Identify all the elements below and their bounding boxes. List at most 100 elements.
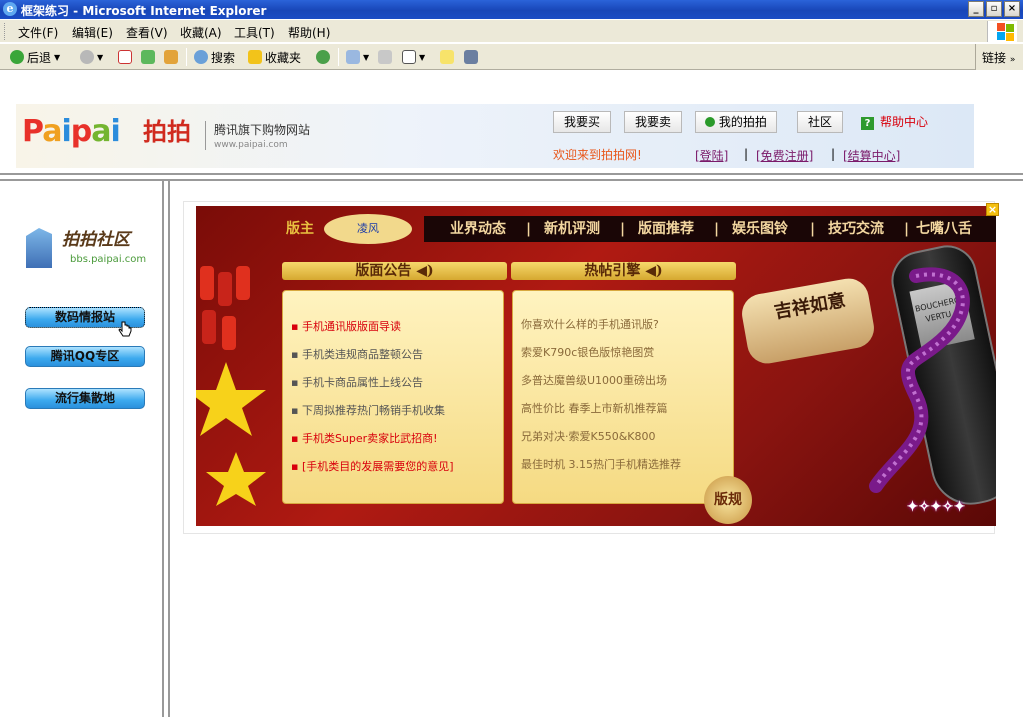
search-button[interactable]: 搜索 xyxy=(194,48,235,66)
page-frameset: Paipai 拍拍 腾讯旗下购物网站 www.paipai.com 我要买 我要… xyxy=(0,71,1023,717)
print-icon xyxy=(378,50,392,64)
checkout-link[interactable]: [结算中心] xyxy=(843,147,900,164)
speaker-icon: ◀) xyxy=(416,263,434,279)
notice-item[interactable]: ▪ 下周拟推荐热门畅销手机收集 xyxy=(291,402,445,418)
close-button[interactable]: × xyxy=(1004,1,1020,17)
maximize-button[interactable]: ▫ xyxy=(986,1,1002,17)
notice-item[interactable]: ▪ 手机通讯版版面导读 xyxy=(291,318,401,334)
nav-new-phone-review[interactable]: 新机评测 xyxy=(544,216,600,242)
nav-chatter[interactable]: 七嘴八舌 xyxy=(916,216,972,242)
help-center-link[interactable]: ? 帮助中心 xyxy=(861,113,928,130)
back-arrow-icon xyxy=(10,50,24,64)
notice-panel: ▪ 手机通讯版版面导读 ▪ 手机类违规商品整顿公告 ▪ 手机卡商品属性上线公告 … xyxy=(282,290,504,504)
star-icon xyxy=(248,50,262,64)
hot-panel: 你喜欢什么样的手机通讯版? 索爱K790c银色版惊艳图赏 多普达魔兽级U1000… xyxy=(512,290,734,504)
note-icon xyxy=(440,50,454,64)
hot-item[interactable]: 你喜欢什么样的手机通讯版? xyxy=(521,316,659,332)
messenger-icon xyxy=(464,50,478,64)
standard-toolbar: 后退 ▼ ▼ 搜索 收藏夹 ▼ ▼ xyxy=(0,44,1023,70)
building-icon xyxy=(26,228,52,268)
menu-bar: 文件(F) 编辑(E) 查看(V) 收藏(A) 工具(T) 帮助(H) xyxy=(0,20,1023,43)
menu-edit[interactable]: 编辑(E) xyxy=(72,24,113,41)
nav-tips[interactable]: 技巧交流 xyxy=(828,216,884,242)
hot-item[interactable]: 高性价比 春季上市新机推荐篇 xyxy=(521,400,668,416)
menu-grip xyxy=(4,23,7,40)
buy-button[interactable]: 我要买 xyxy=(553,111,611,133)
login-link[interactable]: [登陆] xyxy=(695,147,728,164)
welcome-text: 欢迎来到拍拍网! xyxy=(553,148,642,162)
community-logo[interactable]: 拍拍社区 bbs.paipai.com xyxy=(24,226,148,272)
stop-icon xyxy=(118,50,132,64)
banner-nav: 业界动态 | 新机评测 | 版面推荐 | 娱乐图铃 | 技巧交流 | 七嘴八舌 xyxy=(424,216,996,242)
menu-view[interactable]: 查看(V) xyxy=(126,24,168,41)
top-frame: Paipai 拍拍 腾讯旗下购物网站 www.paipai.com 我要买 我要… xyxy=(0,71,1023,173)
left-frame: 拍拍社区 bbs.paipai.com 数码情报站 腾讯QQ专区 流行集散地 xyxy=(0,181,162,717)
mail-icon xyxy=(346,50,360,64)
menu-tools[interactable]: 工具(T) xyxy=(234,24,275,41)
owner-name[interactable]: 凌风 xyxy=(324,214,412,244)
forward-arrow-icon xyxy=(80,50,94,64)
hot-item[interactable]: 兄弟对决·索爱K550&K800 xyxy=(521,428,656,444)
sell-button[interactable]: 我要卖 xyxy=(624,111,682,133)
frame-divider-horizontal[interactable] xyxy=(0,173,1023,181)
nav-board-recommend[interactable]: 版面推荐 xyxy=(638,216,694,242)
back-button[interactable]: 后退 ▼ xyxy=(10,48,60,66)
owner-label: 版主 xyxy=(286,221,314,237)
notice-title: 版面公告 ◀) xyxy=(282,262,507,280)
forward-button[interactable]: ▼ xyxy=(80,48,103,66)
discuss-button[interactable] xyxy=(440,48,454,66)
hand-cursor-icon xyxy=(118,321,132,337)
word-icon xyxy=(402,50,416,64)
minimize-button[interactable]: _ xyxy=(968,1,984,17)
refresh-button[interactable] xyxy=(141,48,155,66)
notice-item[interactable]: ▪ 手机类Super卖家比武招商! xyxy=(291,430,438,446)
edit-button[interactable]: ▼ xyxy=(402,48,425,66)
community-button[interactable]: 社区 xyxy=(797,111,843,133)
trend-market-button[interactable]: 流行集散地 xyxy=(25,388,145,409)
hot-item[interactable]: 最佳时机 3.15热门手机精选推荐 xyxy=(521,456,681,472)
my-paipai-button[interactable]: 我的拍拍 xyxy=(695,111,777,133)
hot-item[interactable]: 多普达魔兽级U1000重磅出场 xyxy=(521,372,667,388)
ie-icon: e xyxy=(3,2,17,16)
rules-badge[interactable]: 版规 xyxy=(704,476,752,524)
right-frame: 版主 凌风 业界动态 | 新机评测 | 版面推荐 | 娱乐图铃 | 技巧交流 |… xyxy=(170,181,1023,717)
register-link[interactable]: [免费注册] xyxy=(756,147,813,164)
search-icon xyxy=(194,50,208,64)
play-icon xyxy=(705,117,716,127)
speaker-icon: ◀) xyxy=(645,263,663,279)
messenger-button[interactable] xyxy=(464,48,478,66)
help-icon: ? xyxy=(861,117,874,130)
cigar-decoration: 吉祥如意 xyxy=(738,275,878,367)
menu-favorites[interactable]: 收藏(A) xyxy=(180,24,222,41)
menu-help[interactable]: 帮助(H) xyxy=(288,24,330,41)
history-icon xyxy=(316,50,330,64)
home-button[interactable] xyxy=(164,48,178,66)
windows-flag-icon xyxy=(987,21,1017,42)
window-title: 框架练习 - Microsoft Internet Explorer xyxy=(21,4,267,18)
frame-divider-vertical[interactable] xyxy=(162,181,170,717)
nav-industry-news[interactable]: 业界动态 xyxy=(450,216,506,242)
firecracker-decoration xyxy=(196,266,266,506)
hot-item[interactable]: 索爱K790c银色版惊艳图赏 xyxy=(521,344,654,360)
links-bar[interactable]: 链接 » xyxy=(975,44,1023,70)
home-icon xyxy=(164,50,178,64)
history-button[interactable] xyxy=(316,48,330,66)
signature-logo: ✦✧✦✧✦ xyxy=(906,499,966,515)
paipai-logo[interactable]: Paipai xyxy=(22,115,121,149)
mail-button[interactable]: ▼ xyxy=(346,48,369,66)
close-icon[interactable]: × xyxy=(986,203,999,216)
notice-item[interactable]: ▪ 手机类违规商品整顿公告 xyxy=(291,346,423,362)
favorites-button[interactable]: 收藏夹 xyxy=(248,48,301,66)
slogan: 腾讯旗下购物网站 www.paipai.com xyxy=(205,121,310,150)
nav-entertainment[interactable]: 娱乐图铃 xyxy=(732,216,788,242)
stop-button[interactable] xyxy=(118,48,132,66)
qq-zone-button[interactable]: 腾讯QQ专区 xyxy=(25,346,145,367)
title-bar: e 框架练习 - Microsoft Internet Explorer _ ▫… xyxy=(0,0,1023,19)
notice-item[interactable]: ▪ [手机类目的发展需要您的意见] xyxy=(291,458,454,474)
snake-decoration xyxy=(869,267,970,493)
forum-banner: 版主 凌风 业界动态 | 新机评测 | 版面推荐 | 娱乐图铃 | 技巧交流 |… xyxy=(196,206,996,526)
notice-item[interactable]: ▪ 手机卡商品属性上线公告 xyxy=(291,374,423,390)
menu-file[interactable]: 文件(F) xyxy=(18,24,58,41)
print-button[interactable] xyxy=(378,48,392,66)
paipai-logo-cn: 拍拍 xyxy=(143,117,191,146)
